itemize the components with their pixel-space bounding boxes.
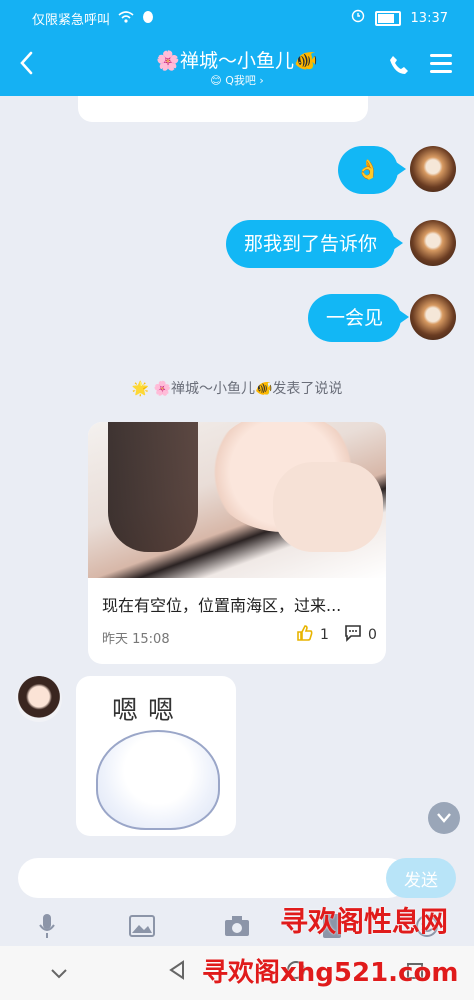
chat-header: 🌸禅城～小鱼儿🐠 😊 Q我吧 › — [0, 36, 474, 96]
sticker-text: 嗯嗯 — [112, 696, 185, 726]
qq-icon — [142, 10, 154, 28]
message-bubble[interactable]: 一会见 — [308, 294, 410, 342]
wifi-icon — [118, 10, 134, 27]
menu-line — [430, 54, 452, 57]
feed-notice: 🌟 🌸禅城～小鱼儿🐠发表了说说 — [131, 381, 343, 397]
post-image-hand — [273, 462, 383, 552]
menu-line — [430, 70, 452, 73]
my-avatar[interactable] — [410, 294, 456, 340]
message-bubble[interactable]: 👌 — [338, 146, 406, 194]
input-bar: 发送 — [0, 852, 474, 906]
comment-count: 0 — [368, 627, 377, 643]
comment-icon — [344, 624, 362, 646]
thumbs-up-icon — [296, 624, 314, 646]
like-count: 1 — [320, 627, 329, 643]
camera-icon[interactable] — [222, 913, 252, 939]
my-avatar[interactable] — [410, 146, 456, 192]
my-avatar[interactable] — [410, 220, 456, 266]
message-input[interactable] — [18, 858, 408, 898]
friend-avatar[interactable] — [16, 676, 62, 722]
battery-icon — [374, 10, 401, 26]
watermark-text: 寻欢阁性息网 — [279, 905, 448, 938]
phone-call-button[interactable] — [388, 54, 410, 80]
post-time: 昨天 15:08 — [102, 632, 170, 647]
nav-collapse-icon[interactable] — [50, 961, 68, 986]
comment-button[interactable]: 0 — [344, 624, 377, 646]
post-image[interactable] — [88, 422, 386, 578]
alarm-icon — [351, 9, 365, 27]
watermark-url: 寻欢阁xhg521.com — [202, 958, 459, 988]
send-button[interactable]: 发送 — [386, 858, 456, 898]
post-text: 现在有空位，位置南海区，过来... — [102, 596, 342, 615]
post-image-hair — [108, 422, 198, 552]
sticker-cat-image — [96, 730, 220, 830]
message-row: 👌 — [338, 146, 406, 194]
microphone-icon[interactable] — [32, 913, 62, 939]
menu-button[interactable] — [430, 54, 452, 78]
message-bubble[interactable]: 那我到了告诉你 — [226, 220, 404, 268]
clock: 13:37 — [410, 10, 448, 26]
image-icon[interactable] — [127, 913, 157, 939]
carrier-text: 仅限紧急呼叫 — [32, 13, 111, 28]
message-row: 那我到了告诉你 — [226, 220, 404, 268]
scroll-down-button[interactable] — [428, 802, 460, 834]
post-card[interactable]: 现在有空位，位置南海区，过来... 昨天 15:08 1 0 — [88, 422, 386, 664]
sticker-message[interactable]: 嗯嗯 — [76, 676, 236, 836]
message-row: 一会见 — [308, 294, 410, 342]
like-button[interactable]: 1 — [296, 624, 329, 646]
menu-line — [430, 62, 452, 65]
status-bar: 仅限紧急呼叫 13:37 — [0, 0, 474, 36]
previous-card-edge — [78, 96, 368, 122]
nav-back-icon[interactable] — [168, 960, 186, 986]
